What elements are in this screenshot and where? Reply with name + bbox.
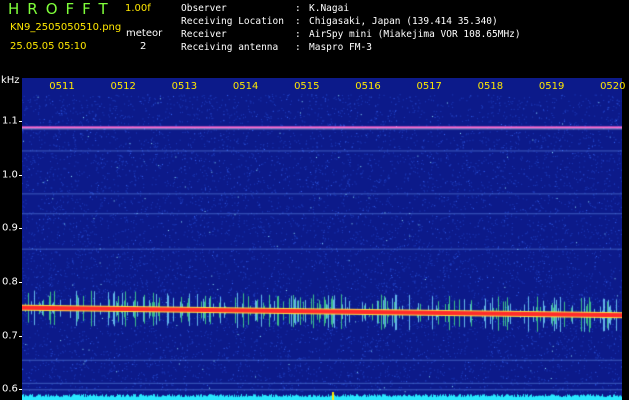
info-label: Receiving antenna <box>181 42 279 53</box>
time-tick-label: 0513 <box>171 81 198 92</box>
info-row-receiver: Receiver : AirSpy mini (Miakejima VOR 10… <box>181 28 521 41</box>
mode-label: meteor <box>126 28 163 39</box>
info-label: Observer <box>181 3 227 14</box>
frequency-unit-label: kHz <box>1 75 20 86</box>
info-value: Maspro FM-3 <box>309 42 372 53</box>
time-tick-label: 0520 <box>600 81 626 92</box>
info-value: K.Nagai <box>309 3 350 14</box>
time-tick-label: 0512 <box>110 81 136 92</box>
frequency-tick-label: 0.7 <box>2 330 18 342</box>
frequency-tick-label: 0.6 <box>2 383 18 395</box>
info-value: Chigasaki, Japan (139.414 35.340) <box>309 16 498 27</box>
frequency-tick-label: 1.1 <box>2 115 18 127</box>
info-row-location: Receiving Location : Chigasaki, Japan (1… <box>181 15 521 28</box>
time-tick-label: 0516 <box>355 81 381 92</box>
spectrogram-waterfall: 0511 0512 0513 0514 0515 0516 0517 0518 0519 0520 <box>22 78 626 400</box>
app-version: 1.00f <box>125 3 151 14</box>
frequency-tick-label: 1.0 <box>2 169 18 181</box>
frequency-tick-label: 0.8 <box>2 276 18 288</box>
info-row-observer: Observer : K.Nagai <box>181 2 521 15</box>
time-tick-label: 0519 <box>538 81 565 92</box>
time-tick-label: 0517 <box>416 81 442 92</box>
mode-value: 2 <box>140 41 147 52</box>
info-separator: : <box>295 42 301 53</box>
frequency-tick-label: 0.9 <box>2 222 18 234</box>
info-label: Receiving Location <box>181 16 284 27</box>
time-tick-label: 0515 <box>294 81 320 92</box>
info-separator: : <box>295 16 301 27</box>
file-name: KN9_2505050510.png <box>10 22 122 33</box>
info-row-antenna: Receiving antenna : Maspro FM-3 <box>181 41 521 54</box>
time-tick-label: 0511 <box>49 81 75 92</box>
timestamp: 25.05.05 05:10 <box>10 41 87 52</box>
info-value: AirSpy mini (Miakejima VOR 108.65MHz) <box>309 29 521 40</box>
info-separator: : <box>295 3 301 14</box>
hrofft-window: HROFFT 1.00f KN9_2505050510.png meteor 2… <box>0 0 629 400</box>
info-separator: : <box>295 29 301 40</box>
time-tick-label: 0518 <box>477 81 504 92</box>
time-tick-label: 0514 <box>232 81 259 92</box>
observation-info-table: Observer : K.Nagai Receiving Location : … <box>181 2 521 54</box>
info-label: Receiver <box>181 29 227 40</box>
spectrogram-canvas <box>22 78 622 400</box>
app-title: HROFFT <box>8 0 116 18</box>
